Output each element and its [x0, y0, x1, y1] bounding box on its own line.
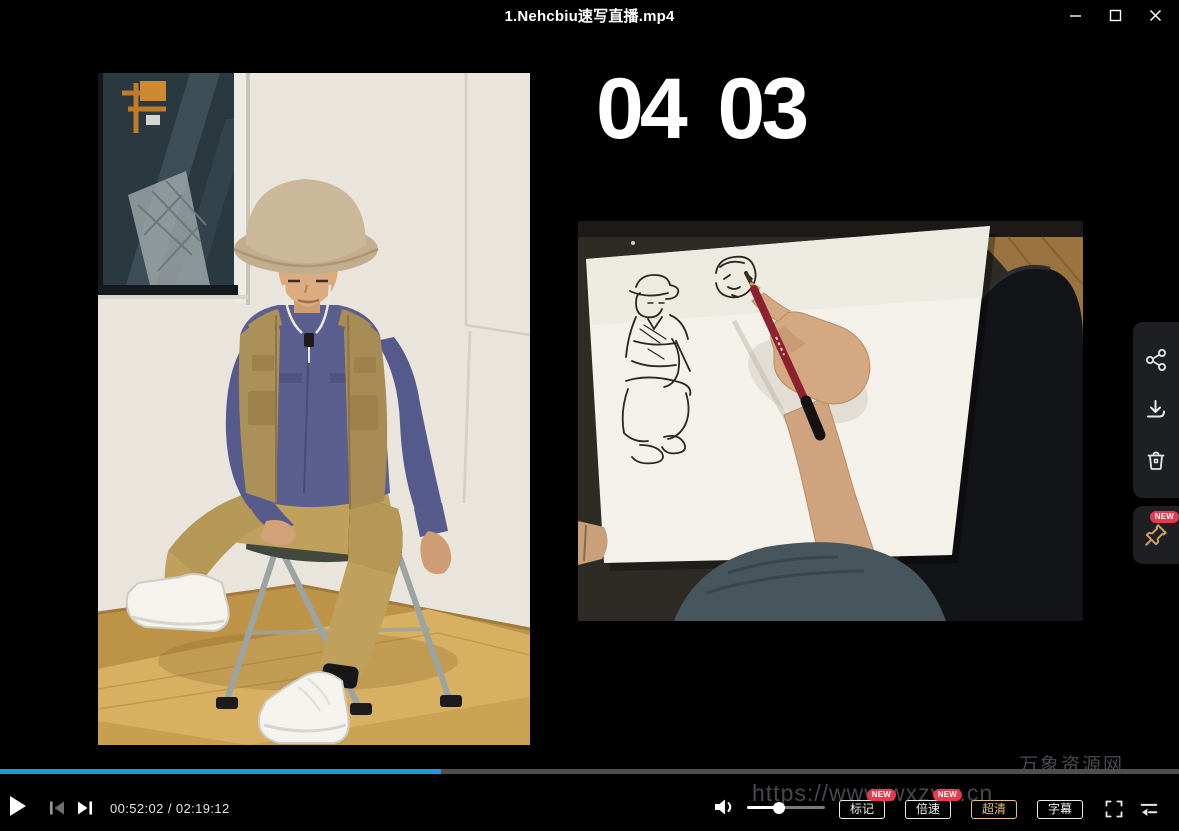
pushpin-icon [1143, 522, 1169, 548]
side-tools-panel [1133, 322, 1179, 498]
speaker-icon [713, 797, 735, 817]
volume-slider[interactable] [747, 806, 825, 809]
maximize-button[interactable] [1095, 0, 1135, 30]
minimize-button[interactable] [1055, 0, 1095, 30]
play-button[interactable] [9, 795, 27, 820]
previous-video-button[interactable] [47, 799, 67, 820]
window-title: 1.Nehcbiu速写直播.mp4 [504, 5, 674, 26]
subtitle-button-label: 字幕 [1048, 802, 1072, 816]
close-button[interactable] [1135, 0, 1175, 30]
window-controls [1055, 0, 1175, 30]
volume-knob[interactable] [773, 802, 785, 814]
model-photo-graphic [98, 73, 530, 745]
close-icon [1149, 9, 1162, 22]
minimize-icon [1069, 9, 1082, 22]
side-pin-panel: NEW [1133, 506, 1179, 564]
quality-button-label: 超清 [982, 802, 1006, 816]
countdown-timer-overlay: 04 03 [596, 66, 805, 152]
time-display: 00:52:02 / 02:19:12 [110, 801, 230, 816]
playlist-button[interactable] [1137, 800, 1161, 821]
seek-bar[interactable] [0, 769, 1179, 774]
title-bar: 1.Nehcbiu速写直播.mp4 [0, 0, 1179, 30]
next-video-button[interactable] [75, 799, 95, 820]
quality-button[interactable]: 超清 [971, 800, 1017, 819]
maximize-icon [1109, 9, 1122, 22]
volume-button[interactable] [713, 797, 735, 820]
trash-icon [1144, 448, 1168, 472]
mark-button-label: 标记 [850, 802, 874, 816]
mark-button[interactable]: 标记 NEW [839, 800, 885, 819]
skip-previous-icon [47, 799, 67, 817]
video-frame-model-photo [98, 73, 530, 745]
speed-button-label: 倍速 [916, 802, 940, 816]
download-icon [1144, 398, 1168, 422]
fullscreen-icon [1103, 799, 1125, 819]
subtitle-button[interactable]: 字幕 [1037, 800, 1083, 819]
volume-slider-fill [747, 806, 779, 809]
speed-new-badge: NEW [933, 789, 962, 801]
playlist-collapse-icon [1137, 800, 1161, 818]
play-icon [9, 795, 27, 817]
speed-button[interactable]: 倍速 NEW [905, 800, 951, 819]
sketching-photo-graphic [578, 221, 1083, 621]
download-button[interactable] [1133, 398, 1179, 422]
share-button[interactable] [1133, 348, 1179, 372]
seek-bar-fill [0, 769, 441, 774]
share-icon [1144, 348, 1168, 372]
skip-next-icon [75, 799, 95, 817]
video-frame-sketching-photo [578, 221, 1083, 621]
delete-button[interactable] [1133, 448, 1179, 472]
mark-new-badge: NEW [867, 789, 896, 801]
video-player-window: { "window": { "title": "1.Nehcbiu速写直播.mp… [0, 0, 1179, 831]
fullscreen-button[interactable] [1103, 799, 1125, 822]
pin-new-badge: NEW [1150, 511, 1179, 523]
pin-button[interactable] [1133, 522, 1179, 548]
